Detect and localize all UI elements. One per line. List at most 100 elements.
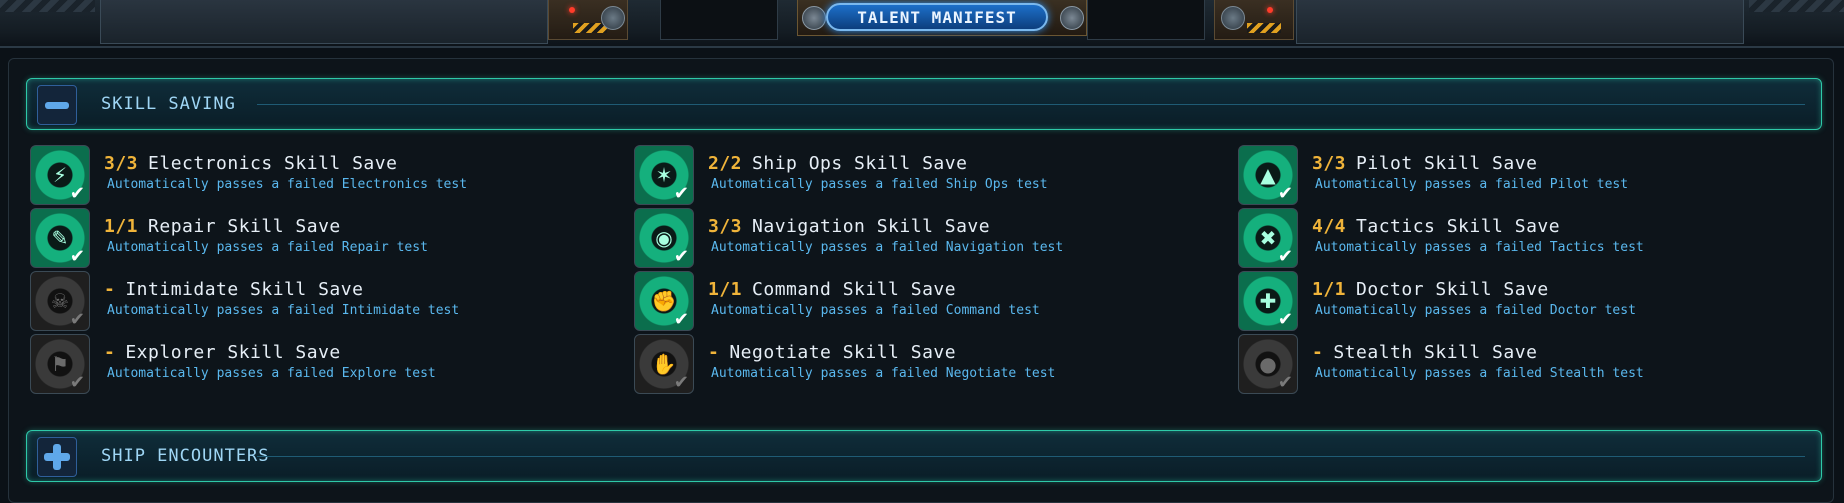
top-frame: TALENT MANIFEST bbox=[0, 0, 1844, 48]
checkmark-icon: ✔ bbox=[673, 309, 689, 330]
medical-cross-icon: ✚ ✔ bbox=[1238, 271, 1298, 331]
skill-description: Automatically passes a failed Intimidate… bbox=[107, 303, 460, 318]
checkmark-icon: ✔ bbox=[1277, 309, 1293, 330]
expand-button[interactable] bbox=[37, 437, 77, 477]
uses-count: - bbox=[104, 342, 116, 363]
skull-icon: ☠ ✔ bbox=[30, 271, 90, 331]
section-header-skill-saving[interactable]: SKILL SAVING bbox=[26, 78, 1822, 130]
lightning-icon: ⚡ ✔ bbox=[30, 145, 90, 205]
skill-title: Navigation Skill Save bbox=[752, 216, 991, 237]
skill-name: 3/3 Electronics Skill Save bbox=[104, 153, 397, 174]
checkmark-icon: ✔ bbox=[673, 246, 689, 267]
skill-title: Explorer Skill Save bbox=[125, 342, 341, 363]
hazard-stripe bbox=[1247, 23, 1281, 33]
checkmark-icon: ✔ bbox=[673, 372, 689, 393]
warning-light-icon bbox=[1267, 7, 1273, 13]
skill-save-item[interactable]: ▲ ✔ 3/3 Pilot Skill Save Automatically passe… bbox=[1238, 145, 1818, 205]
bolt-icon bbox=[1221, 6, 1245, 30]
skill-name: 3/3 Pilot Skill Save bbox=[1312, 153, 1537, 174]
uses-count: 1/1 bbox=[708, 279, 743, 300]
skill-save-item[interactable]: ✖ ✔ 4/4 Tactics Skill Save Automatically pas… bbox=[1238, 208, 1818, 268]
uses-count: 4/4 bbox=[1312, 216, 1347, 237]
skill-title: Intimidate Skill Save bbox=[125, 279, 364, 300]
checkmark-icon: ✔ bbox=[69, 246, 85, 267]
skill-title: Tactics Skill Save bbox=[1356, 216, 1561, 237]
skill-save-item[interactable]: ✶ ✔ 2/2 Ship Ops Skill Save Automatically pa… bbox=[634, 145, 1214, 205]
skill-save-item[interactable]: ◉ ✔ 3/3 Navigation Skill Save Automatically … bbox=[634, 208, 1214, 268]
skill-title: Repair Skill Save bbox=[148, 216, 341, 237]
skill-save-item[interactable]: ⚡ ✔ 3/3 Electronics Skill Save Automatically… bbox=[30, 145, 610, 205]
uses-count: 1/1 bbox=[104, 216, 139, 237]
uses-count: 3/3 bbox=[104, 153, 139, 174]
uses-count: - bbox=[708, 342, 720, 363]
frame-plate bbox=[1296, 0, 1744, 44]
skill-title: Negotiate Skill Save bbox=[729, 342, 957, 363]
bolt-icon bbox=[601, 6, 625, 30]
skill-description: Automatically passes a failed Ship Ops t… bbox=[711, 177, 1048, 192]
skill-description: Automatically passes a failed Stealth te… bbox=[1315, 366, 1644, 381]
section-header-ship-encounters[interactable]: SHIP ENCOUNTERS bbox=[26, 430, 1822, 482]
skill-save-item[interactable]: ⚑ ✔ - Explorer Skill Save Automatically pass… bbox=[30, 334, 610, 394]
handshake-icon-glyph: ✋ bbox=[651, 352, 677, 376]
skill-name: 1/1 Repair Skill Save bbox=[104, 216, 341, 237]
stars-icon: ✶ ✔ bbox=[634, 145, 694, 205]
checkmark-icon: ✔ bbox=[69, 183, 85, 204]
hazard-stripe bbox=[0, 0, 95, 12]
uses-count: 3/3 bbox=[1312, 153, 1347, 174]
skill-title: Pilot Skill Save bbox=[1356, 153, 1538, 174]
hood-icon-glyph: ● bbox=[1259, 352, 1277, 376]
divider bbox=[257, 104, 1805, 105]
divider bbox=[257, 456, 1805, 457]
skill-name: - Explorer Skill Save bbox=[104, 342, 341, 363]
skill-save-item[interactable]: ☠ ✔ - Intimidate Skill Save Automatically pa… bbox=[30, 271, 610, 331]
uses-count: 2/2 bbox=[708, 153, 743, 174]
plus-icon bbox=[44, 444, 70, 470]
collapse-button[interactable] bbox=[37, 85, 77, 125]
skill-description: Automatically passes a failed Repair tes… bbox=[107, 240, 428, 255]
skill-name: 1/1 Command Skill Save bbox=[708, 279, 956, 300]
skill-title: Electronics Skill Save bbox=[148, 153, 398, 174]
uses-count: - bbox=[1312, 342, 1324, 363]
flag-icon-glyph: ⚑ bbox=[51, 352, 69, 376]
checkmark-icon: ✔ bbox=[1277, 246, 1293, 267]
skill-name: 1/1 Doctor Skill Save bbox=[1312, 279, 1549, 300]
hazard-stripe bbox=[573, 23, 607, 33]
skill-title: Ship Ops Skill Save bbox=[752, 153, 968, 174]
bolt-icon bbox=[802, 6, 826, 30]
frame-mechanism bbox=[548, 0, 628, 40]
skull-icon-glyph: ☠ bbox=[51, 289, 69, 313]
skill-save-item[interactable]: ✚ ✔ 1/1 Doctor Skill Save Automatically pass… bbox=[1238, 271, 1818, 331]
frame-slot bbox=[660, 0, 778, 40]
frame-plate bbox=[100, 0, 548, 44]
hood-icon: ● ✔ bbox=[1238, 334, 1298, 394]
checkmark-icon: ✔ bbox=[69, 309, 85, 330]
skill-title: Command Skill Save bbox=[752, 279, 957, 300]
skill-description: Automatically passes a failed Doctor tes… bbox=[1315, 303, 1636, 318]
skill-name: 4/4 Tactics Skill Save bbox=[1312, 216, 1560, 237]
command-icon-glyph: ✊ bbox=[651, 289, 677, 313]
uses-count: 3/3 bbox=[708, 216, 743, 237]
stars-icon-glyph: ✶ bbox=[655, 163, 673, 187]
skill-save-item[interactable]: ● ✔ - Stealth Skill Save Automatically passe… bbox=[1238, 334, 1818, 394]
uses-count: - bbox=[104, 279, 116, 300]
hazard-stripe bbox=[1749, 0, 1844, 12]
ship-icon-glyph: ▲ bbox=[1260, 163, 1276, 187]
skill-name: 3/3 Navigation Skill Save bbox=[708, 216, 990, 237]
command-icon: ✊ ✔ bbox=[634, 271, 694, 331]
compass-icon: ◉ ✔ bbox=[634, 208, 694, 268]
checkmark-icon: ✔ bbox=[1277, 372, 1293, 393]
checkmark-icon: ✔ bbox=[673, 183, 689, 204]
skill-save-item[interactable]: ✊ ✔ 1/1 Command Skill Save Automatically pas… bbox=[634, 271, 1214, 331]
checkmark-icon: ✔ bbox=[69, 372, 85, 393]
skill-name: - Stealth Skill Save bbox=[1312, 342, 1537, 363]
skill-save-item[interactable]: ✋ ✔ - Negotiate Skill Save Automatically pas… bbox=[634, 334, 1214, 394]
handshake-icon: ✋ ✔ bbox=[634, 334, 694, 394]
ship-icon: ▲ ✔ bbox=[1238, 145, 1298, 205]
skill-name: 2/2 Ship Ops Skill Save bbox=[708, 153, 967, 174]
skill-save-item[interactable]: ✎ ✔ 1/1 Repair Skill Save Automatically pass… bbox=[30, 208, 610, 268]
flag-icon: ⚑ ✔ bbox=[30, 334, 90, 394]
minus-icon bbox=[45, 101, 69, 109]
warning-light-icon bbox=[569, 7, 575, 13]
skill-description: Automatically passes a failed Command te… bbox=[711, 303, 1040, 318]
bolt-icon bbox=[1060, 6, 1084, 30]
